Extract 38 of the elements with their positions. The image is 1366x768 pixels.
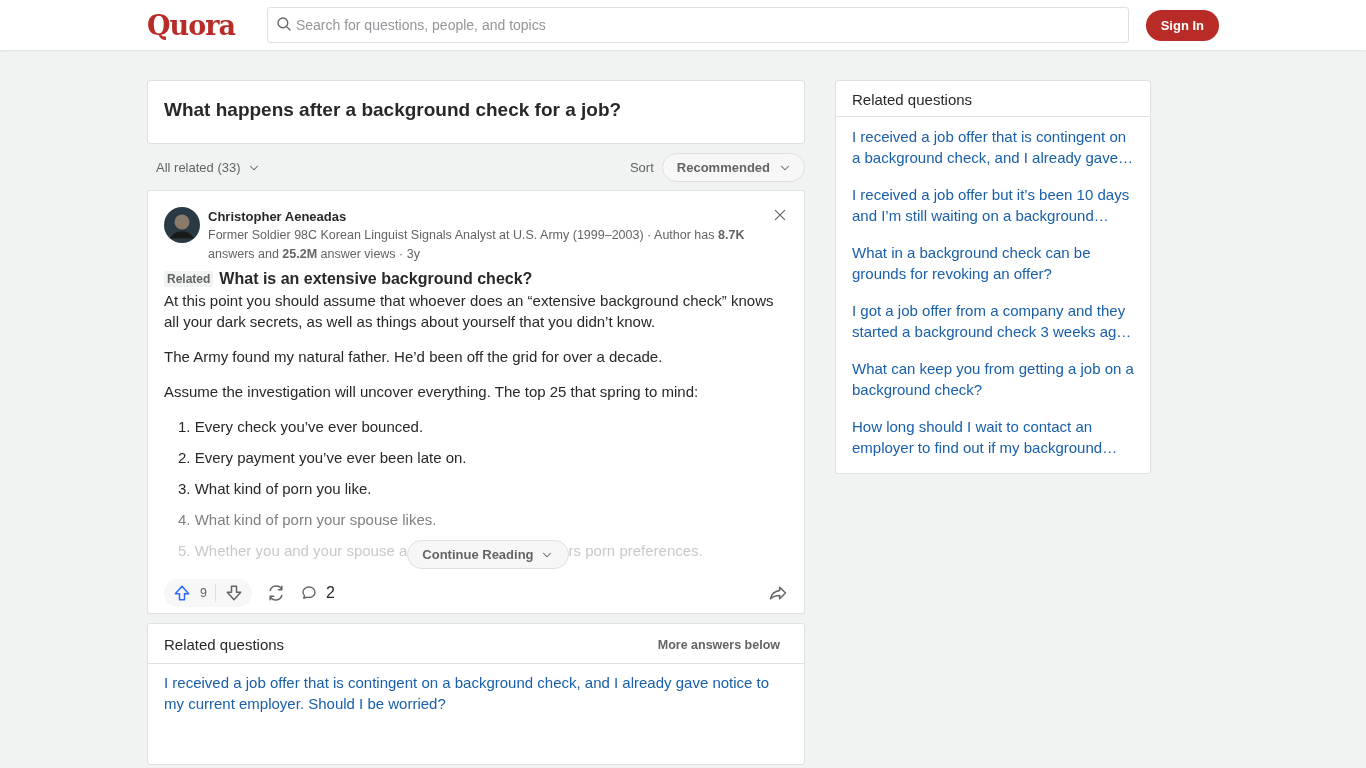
answer-paragraph: Assume the investigation will uncover everything. The top 25 that spring to mind: bbox=[164, 382, 700, 402]
section-title: Related questions bbox=[164, 636, 285, 653]
upvote-count: 9 bbox=[200, 586, 207, 600]
forward-arrow-icon[interactable] bbox=[768, 583, 788, 603]
list-item: 2. Every payment you’ve ever been late on. bbox=[177, 448, 468, 468]
sort-label: Sort bbox=[629, 160, 654, 175]
continue-reading-button[interactable]: Continue Reading bbox=[407, 540, 569, 569]
related-question-link[interactable]: What can keep you from getting a job on a background check? bbox=[836, 349, 1150, 407]
avatar-icon[interactable] bbox=[164, 207, 200, 243]
related-question[interactable]: What is an extensive background check? bbox=[219, 270, 533, 288]
related-question-link[interactable]: I received a job offer that is contingent on a background check, and I already gave… bbox=[836, 117, 1150, 175]
comments-button[interactable]: 2 bbox=[299, 584, 335, 602]
search-field[interactable]: Search for questions, people, and topics bbox=[266, 7, 1129, 43]
list-item: 1. Every check you’ve ever bounced. bbox=[177, 417, 425, 437]
more-answers-label: More answers below bbox=[657, 637, 780, 652]
related-question-link[interactable]: What in a background check can be grounds for revoking an offer? bbox=[836, 233, 1150, 291]
related-question-link[interactable]: I received a job offer that is contingent on a background check, and I already gave notice to my current employer. Should I be worried? bbox=[148, 664, 804, 722]
list-item: 4. What kind of porn your spouse likes. bbox=[177, 510, 438, 530]
comment-icon bbox=[299, 584, 318, 602]
search-icon bbox=[274, 15, 293, 33]
logo[interactable]: Quora bbox=[147, 9, 235, 41]
related-question-link[interactable]: I received a job offer but it’s been 10 days and I’m still waiting on a background… bbox=[836, 175, 1150, 233]
question-title: What happens after a background check for a job? bbox=[164, 99, 623, 121]
answer-paragraph: The Army found my natural father. He’d been off the grid for over a decade. bbox=[164, 347, 664, 367]
all-related-dropdown[interactable]: All related (33) bbox=[156, 160, 261, 175]
close-icon[interactable] bbox=[772, 207, 788, 223]
sort-dropdown[interactable]: Recommended bbox=[661, 153, 805, 182]
sidebar-title: Related questions bbox=[836, 81, 1150, 117]
sign-in-button[interactable]: Sign In bbox=[1145, 9, 1219, 41]
related-question-link[interactable]: I got a job offer from a company and they started a background check 3 weeks ag… bbox=[836, 291, 1150, 349]
author-name[interactable]: Christopher Aeneadas bbox=[208, 207, 764, 226]
list-item: 3. What kind of porn you like. bbox=[177, 479, 373, 499]
related-question-link[interactable]: How long should I wait to contact an employer to find out if my background… bbox=[836, 407, 1150, 465]
related-tag: Related bbox=[164, 271, 214, 287]
author-credential: Former Soldier 98C Korean Linguist Signals Analyst at U.S. Army (1999–2003) · Author has 8.7K answers and 25.2M answer views · 3y bbox=[208, 228, 745, 261]
comment-count: 2 bbox=[325, 584, 335, 602]
upvote-icon bbox=[172, 583, 192, 603]
answer-paragraph: At this point you should assume that whoever does an “extensive background check” knows all your dark secrets, as well as things about yourself that you didn’t know. bbox=[164, 291, 775, 332]
